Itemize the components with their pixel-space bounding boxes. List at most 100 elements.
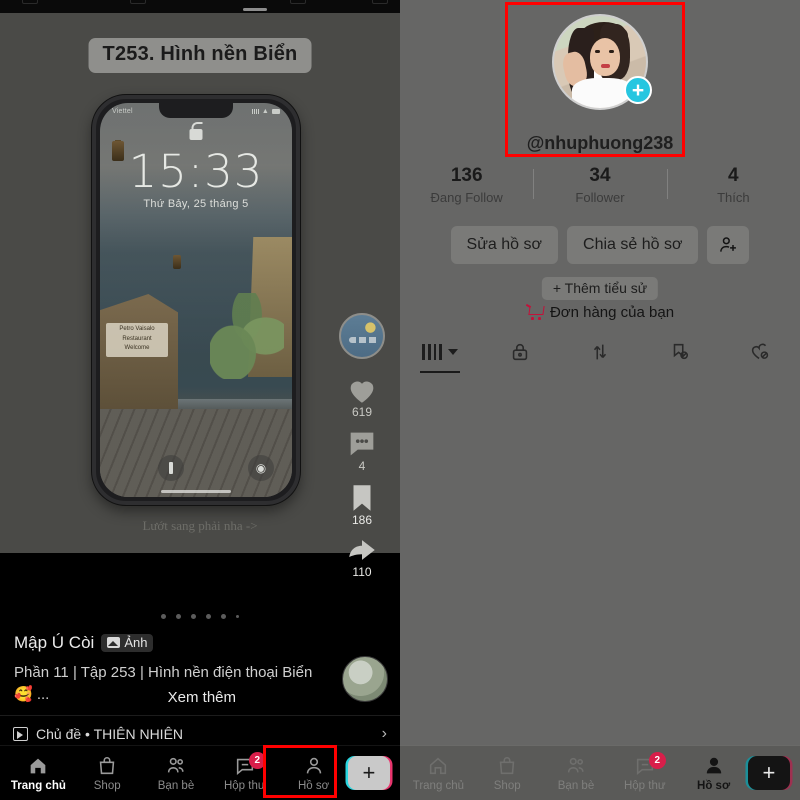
post-title-chip: T253. Hình nền Biển xyxy=(88,38,312,73)
battery-icon xyxy=(272,109,280,114)
caption-author-row[interactable]: Mập Ú Còi Ảnh xyxy=(14,633,314,653)
bottom-nav-right: Trang chủ Shop Bạn bè 2 Hộp thư Hồ sơ + xyxy=(400,745,800,800)
chevron-right-icon: › xyxy=(381,725,387,742)
nav-label-trang-chu: Trang chủ xyxy=(412,779,465,792)
dot-5[interactable] xyxy=(221,614,226,619)
hut-sign-line3: Welcome xyxy=(124,345,150,352)
topbar-icon-left[interactable] xyxy=(22,0,38,4)
nav-label-shop: Shop xyxy=(493,779,521,792)
cart-wheel-left xyxy=(530,317,534,320)
carousel-dots[interactable] xyxy=(161,614,239,619)
profile-person-icon xyxy=(306,757,321,773)
tab-posts-grid[interactable] xyxy=(400,333,480,371)
see-more-link[interactable]: Xem thêm xyxy=(168,689,236,706)
hut-sign: Petro Vaisalo Restaurant Welcome xyxy=(106,323,168,357)
stat-followers-value: 34 xyxy=(589,165,611,186)
tab-saved[interactable] xyxy=(640,333,720,371)
stat-followers-label: Follower xyxy=(575,190,625,205)
comment-count: 4 xyxy=(358,459,366,473)
nav-item-shop[interactable]: Shop xyxy=(473,746,542,800)
profile-panel: + @nhuphuong238 136 Đang Follow 34 Follo… xyxy=(400,0,800,800)
share-count: 110 xyxy=(352,565,372,579)
like-button[interactable]: 619 xyxy=(334,373,390,419)
topbar-icon-mid[interactable] xyxy=(130,0,146,4)
flashlight-button[interactable] xyxy=(158,455,184,481)
nav-label-hop-thu: Hộp thư xyxy=(623,779,666,792)
caption-text: Phần 11 | Tập 253 | Hình nền điện thoại … xyxy=(14,664,313,703)
create-post-button[interactable]: + xyxy=(747,756,790,790)
save-button[interactable]: 186 xyxy=(334,481,390,527)
caption-author-name: Mập Ú Còi xyxy=(14,633,95,652)
signal-icon xyxy=(251,109,259,114)
nav-item-hop-thu[interactable]: 2 Hộp thư xyxy=(210,746,279,800)
share-button[interactable]: 110 xyxy=(334,533,390,579)
your-orders-label: Đơn hàng của bạn xyxy=(549,304,675,321)
stat-likes[interactable]: 4 Thích xyxy=(666,165,800,205)
shop-bag-icon xyxy=(499,756,515,774)
stat-followers[interactable]: 34 Follower xyxy=(533,165,666,205)
action-rail: 619 4 186 110 xyxy=(334,313,390,585)
share-profile-button[interactable]: Chia sẻ hồ sơ xyxy=(567,226,699,264)
nav-item-ho-so[interactable]: Hồ sơ xyxy=(279,746,348,800)
dot-3[interactable] xyxy=(191,614,196,619)
topbar-search-icon[interactable] xyxy=(372,0,388,4)
nav-item-trang-chu[interactable]: Trang chủ xyxy=(404,746,473,800)
your-orders-link[interactable]: Đơn hàng của bạn xyxy=(400,304,800,321)
dot-1[interactable] xyxy=(161,614,166,619)
topic-label: Chủ đề • THIÊN NHIÊN xyxy=(36,726,184,742)
nav-item-hop-thu[interactable]: 2 Hộp thư xyxy=(610,746,679,800)
phone-mockup: Viettel ▲ 15:33 Thứ Bảy, 25 tháng 5 Petr… xyxy=(92,95,300,505)
dot-6[interactable] xyxy=(236,615,239,618)
camera-button[interactable]: ◉ xyxy=(248,455,274,481)
nav-label-ban-be: Bạn bè xyxy=(157,779,195,792)
hut-sign-line1: Petro Vaisalo xyxy=(119,326,155,332)
dot-2[interactable] xyxy=(176,614,181,619)
profile-avatar-button[interactable]: + xyxy=(552,14,652,110)
stone-path-decor xyxy=(100,409,292,497)
nav-label-trang-chu: Trang chủ xyxy=(10,779,66,792)
phone-home-indicator xyxy=(161,490,231,493)
profile-person-icon xyxy=(706,757,721,773)
feed-topbar xyxy=(0,0,400,13)
comment-button[interactable]: 4 xyxy=(334,427,390,473)
nav-item-ho-so[interactable]: Hồ sơ xyxy=(679,746,748,800)
phone-date: Thứ Bảy, 25 tháng 5 xyxy=(143,198,249,210)
home-icon xyxy=(31,758,46,773)
bottom-nav-left: Trang chủ Shop Bạn bè 2 Hộp thư Hồ sơ + xyxy=(0,745,400,800)
add-avatar-plus-icon[interactable]: + xyxy=(624,76,652,104)
nav-label-ho-so: Hồ sơ xyxy=(697,779,731,792)
profile-handle: @nhuphuong238 xyxy=(526,133,674,153)
nav-item-shop[interactable]: Shop xyxy=(73,746,142,800)
tab-repost[interactable] xyxy=(560,333,640,371)
phone-screen: Viettel ▲ 15:33 Thứ Bảy, 25 tháng 5 Petr… xyxy=(100,103,292,497)
profile-action-row: Sửa hồ sơ Chia sẻ hồ sơ xyxy=(400,226,800,264)
edit-profile-button[interactable]: Sửa hồ sơ xyxy=(450,226,559,264)
nav-item-ban-be[interactable]: Bạn bè xyxy=(542,746,611,800)
topbar-icon-right[interactable] xyxy=(290,0,306,4)
wifi-icon: ▲ xyxy=(261,108,269,115)
nav-item-trang-chu[interactable]: Trang chủ xyxy=(4,746,73,800)
liked-hidden-icon xyxy=(751,343,769,360)
save-count: 186 xyxy=(351,513,373,527)
topic-playlist-icon xyxy=(13,727,28,741)
tab-liked[interactable] xyxy=(720,333,800,371)
profile-stats: 136 Đang Follow 34 Follower 4 Thích xyxy=(400,165,800,205)
dot-4[interactable] xyxy=(206,614,211,619)
add-friend-button[interactable] xyxy=(707,226,750,264)
cart-wheel-right xyxy=(537,317,541,320)
create-post-button[interactable]: + xyxy=(347,756,390,790)
add-bio-button[interactable]: + Thêm tiểu sử xyxy=(541,277,659,300)
stat-following-label: Đang Follow xyxy=(430,190,503,205)
unlock-padlock-icon xyxy=(189,122,203,140)
music-thumbnail[interactable] xyxy=(342,656,388,702)
home-icon xyxy=(430,757,447,774)
saved-hidden-icon xyxy=(673,343,689,360)
nav-item-ban-be[interactable]: Bạn bè xyxy=(142,746,211,800)
stat-following[interactable]: 136 Đang Follow xyxy=(400,165,533,205)
author-avatar-button[interactable] xyxy=(334,313,390,359)
chevron-down-icon xyxy=(447,349,458,355)
tab-private[interactable] xyxy=(480,333,560,371)
topbar-indicator xyxy=(243,8,267,11)
nav-label-ban-be: Bạn bè xyxy=(557,779,595,792)
friends-icon xyxy=(567,757,584,772)
